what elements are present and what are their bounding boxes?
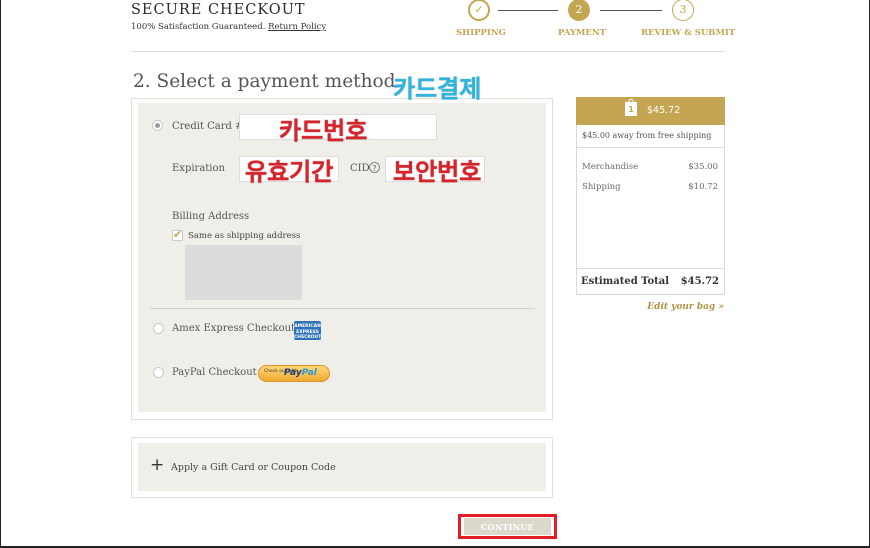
free-shipping-note: $45.00 away from free shipping — [582, 131, 712, 140]
paypal-logo-small-text: Check out with — [264, 369, 298, 374]
annotation-expiry: 유효기간 — [245, 158, 334, 186]
estimated-total-label: Estimated Total — [581, 276, 670, 287]
payment-divider — [150, 308, 535, 309]
estimated-total-value: $45.72 — [680, 276, 719, 287]
satisfaction-text: 100% Satisfaction Guaranteed. — [131, 22, 266, 32]
checkout-steps: ✓ 2 3 SHIPPING PAYMENT REVIEW & SUBMIT — [440, 0, 735, 45]
annotation-card-number: 카드번호 — [279, 117, 368, 145]
step-shipping-label[interactable]: SHIPPING — [456, 28, 506, 38]
edit-bag-link[interactable]: Edit your bag » — [647, 302, 724, 312]
step-connector — [498, 10, 558, 11]
annotation-security-code: 보안번호 — [393, 158, 482, 186]
step-shipping-checkmark-icon[interactable]: ✓ — [468, 0, 490, 21]
step-connector — [600, 10, 662, 11]
section-title: 2. Select a payment method — [133, 71, 396, 92]
header-divider — [131, 51, 725, 52]
shipping-label: Shipping — [582, 182, 621, 192]
cid-label: CID — [350, 163, 370, 174]
paypal-logo-pal: Pal — [301, 368, 317, 378]
paypal-logo-pay: Pay — [284, 368, 302, 378]
merchandise-label: Merchandise — [582, 162, 639, 172]
summary-header-total: $45.72 — [647, 105, 681, 116]
satisfaction-note: 100% Satisfaction Guaranteed. Return Pol… — [131, 22, 326, 32]
step-payment-label: PAYMENT — [558, 28, 606, 38]
order-summary — [576, 97, 725, 295]
billing-address-preview — [185, 245, 302, 300]
expiration-label: Expiration — [172, 163, 225, 174]
page-title: SECURE CHECKOUT — [131, 2, 306, 18]
same-as-shipping-checkbox[interactable] — [172, 228, 183, 241]
shipping-value: $10.72 — [688, 182, 718, 192]
paypal-radio[interactable] — [153, 367, 164, 378]
credit-card-radio[interactable] — [152, 120, 163, 131]
paypal-label[interactable]: PayPal Checkout — [172, 367, 257, 378]
step-payment-number: 2 — [568, 0, 590, 21]
credit-card-label: Credit Card # — [172, 121, 244, 132]
summary-divider — [577, 147, 724, 148]
plus-icon[interactable]: + — [150, 457, 164, 474]
return-policy-link[interactable]: Return Policy — [268, 22, 326, 32]
cid-help-icon[interactable]: ? — [369, 162, 380, 173]
amex-label[interactable]: Amex Express Checkout — [172, 323, 295, 334]
paypal-logo[interactable]: Check out withPayPal — [258, 365, 330, 382]
step-review-label: REVIEW & SUBMIT — [641, 28, 736, 38]
amex-radio[interactable] — [153, 323, 164, 334]
same-as-shipping-label[interactable]: Same as shipping address — [188, 231, 300, 241]
billing-address-label: Billing Address — [172, 211, 250, 222]
annotation-card-payment: 카드결제 — [393, 75, 482, 103]
continue-button[interactable]: CONTINUE — [464, 518, 551, 535]
bag-icon: 1 — [625, 99, 637, 116]
summary-divider — [577, 268, 724, 269]
merchandise-value: $35.00 — [688, 162, 718, 172]
amex-logo[interactable]: AMERICAN EXPRESS CHECKOUT — [294, 321, 321, 340]
frame-left-edge — [0, 0, 1, 548]
gift-card-label[interactable]: Apply a Gift Card or Coupon Code — [171, 462, 336, 473]
step-review-number: 3 — [672, 0, 694, 21]
